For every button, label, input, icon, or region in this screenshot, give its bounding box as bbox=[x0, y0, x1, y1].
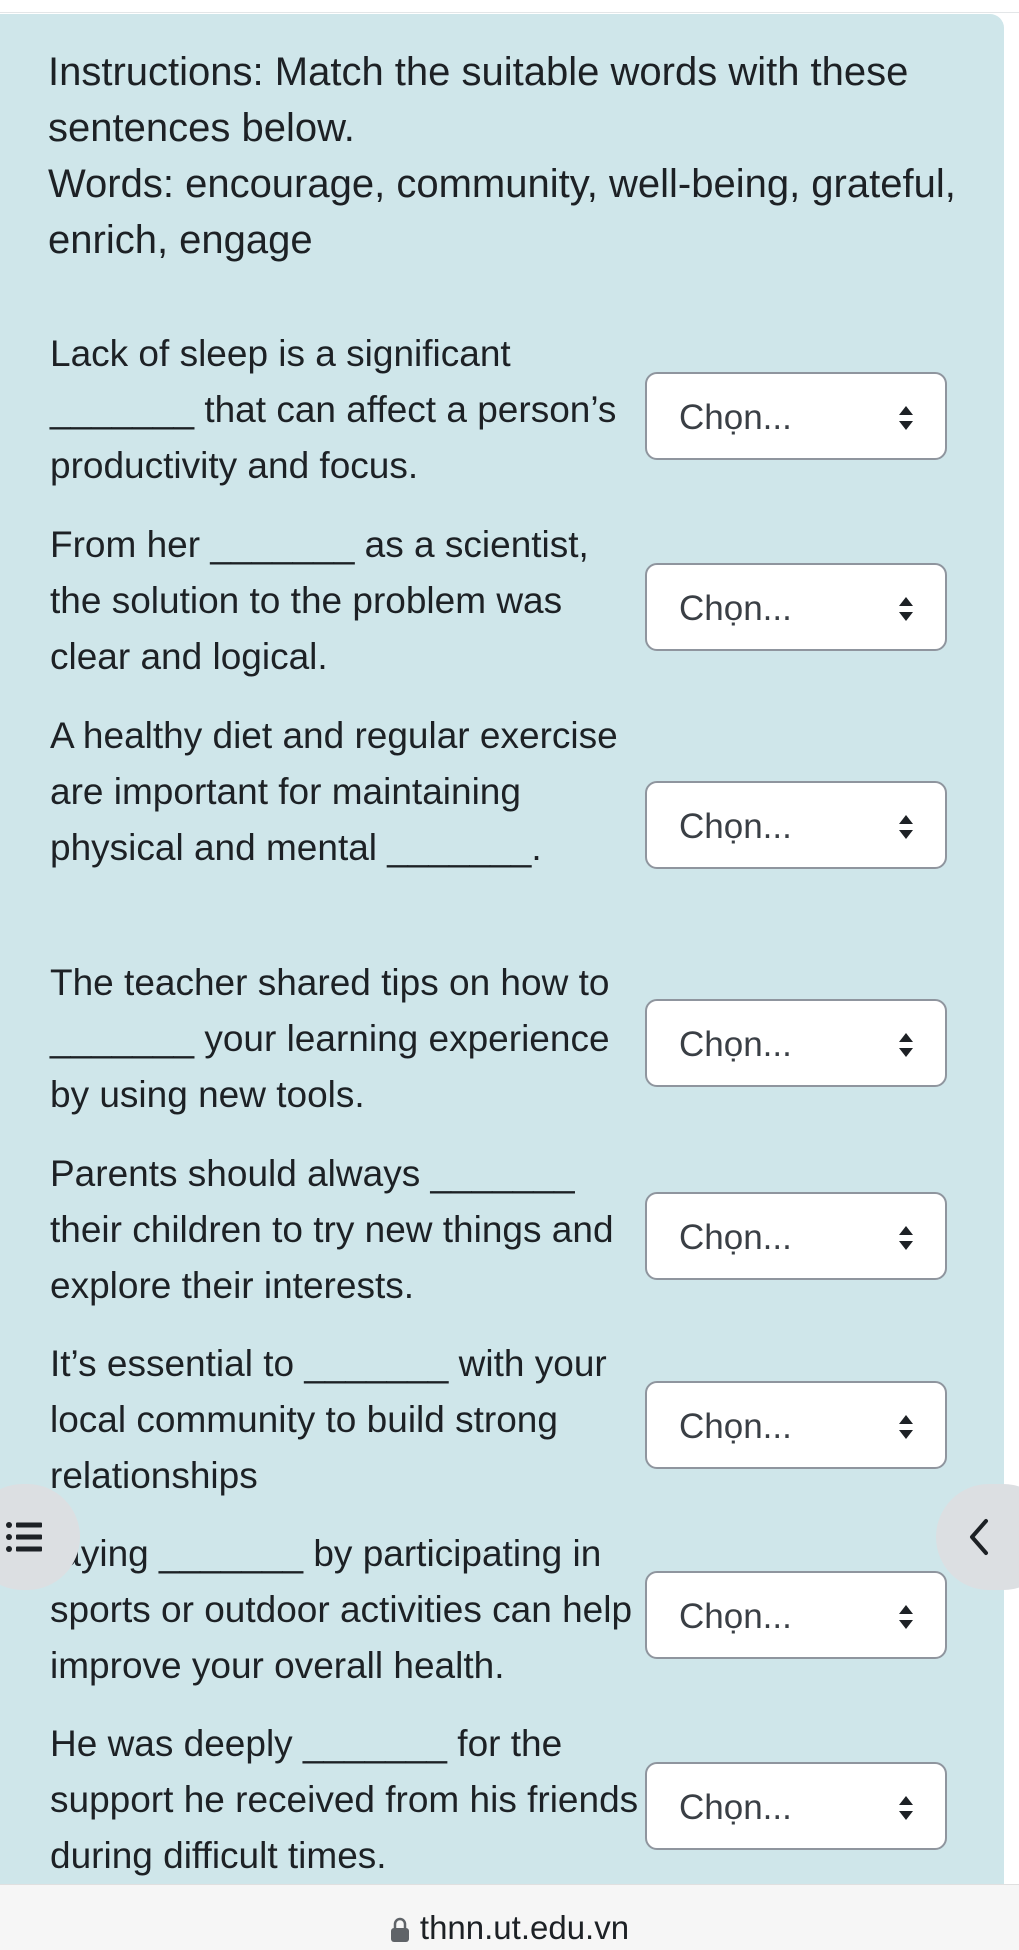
answer-select-8[interactable]: Chọn... bbox=[645, 1762, 947, 1850]
sort-arrows-icon bbox=[899, 1605, 913, 1629]
sort-arrows-icon bbox=[899, 1226, 913, 1250]
question-8-text: He was deeply _______ for the support he… bbox=[50, 1723, 639, 1876]
question-5-text: Parents should always _______ their chil… bbox=[50, 1153, 614, 1306]
lock-icon bbox=[390, 1918, 409, 1943]
sort-arrows-icon bbox=[899, 597, 913, 621]
answer-select-2[interactable]: Chọn... bbox=[645, 563, 947, 651]
instructions: Instructions: Match the suitable words w… bbox=[48, 44, 988, 268]
instructions-text: Instructions: Match the suitable words w… bbox=[48, 50, 909, 150]
select-value: Chọn... bbox=[679, 398, 792, 437]
question-4-text: The teacher shared tips on how to ______… bbox=[50, 962, 610, 1115]
select-value: Chọn... bbox=[679, 1218, 792, 1257]
select-value: Chọn... bbox=[679, 1407, 792, 1446]
answer-select-6[interactable]: Chọn... bbox=[645, 1381, 947, 1469]
sort-arrows-icon bbox=[899, 1415, 913, 1439]
select-value: Chọn... bbox=[679, 807, 792, 846]
url-display[interactable]: thnn.ut.edu.vn bbox=[0, 1909, 1019, 1947]
answer-select-3[interactable]: Chọn... bbox=[645, 781, 947, 869]
answer-select-4[interactable]: Chọn... bbox=[645, 999, 947, 1087]
sort-arrows-icon bbox=[899, 815, 913, 839]
select-value: Chọn... bbox=[679, 1025, 792, 1064]
browser-address-bar[interactable]: thnn.ut.edu.vn bbox=[0, 1884, 1019, 1950]
question-3-text: A healthy diet and regular exercise are … bbox=[50, 715, 618, 868]
answer-select-5[interactable]: Chọn... bbox=[645, 1192, 947, 1280]
url-text: thnn.ut.edu.vn bbox=[419, 1909, 630, 1946]
select-value: Chọn... bbox=[679, 1597, 792, 1636]
question-2-text: From her _______ as a scientist, the sol… bbox=[50, 524, 589, 677]
question-6-text: It’s essential to _______ with your loca… bbox=[50, 1343, 607, 1496]
list-icon bbox=[6, 1522, 42, 1552]
browser-top-edge bbox=[0, 0, 1019, 13]
sort-arrows-icon bbox=[899, 1796, 913, 1820]
word-list: Words: encourage, community, well-being,… bbox=[48, 162, 956, 262]
select-value: Chọn... bbox=[679, 589, 792, 628]
answer-select-7[interactable]: Chọn... bbox=[645, 1571, 947, 1659]
answer-select-1[interactable]: Chọn... bbox=[645, 372, 947, 460]
chevron-left-icon bbox=[970, 1519, 988, 1555]
sort-arrows-icon bbox=[899, 1033, 913, 1057]
question-1-text: Lack of sleep is a significant _______ t… bbox=[50, 333, 617, 486]
question-7-text: taying _______ by participating in sport… bbox=[50, 1533, 633, 1686]
sort-arrows-icon bbox=[899, 406, 913, 430]
select-value: Chọn... bbox=[679, 1788, 792, 1827]
question-card: Instructions: Match the suitable words w… bbox=[0, 14, 1004, 1884]
